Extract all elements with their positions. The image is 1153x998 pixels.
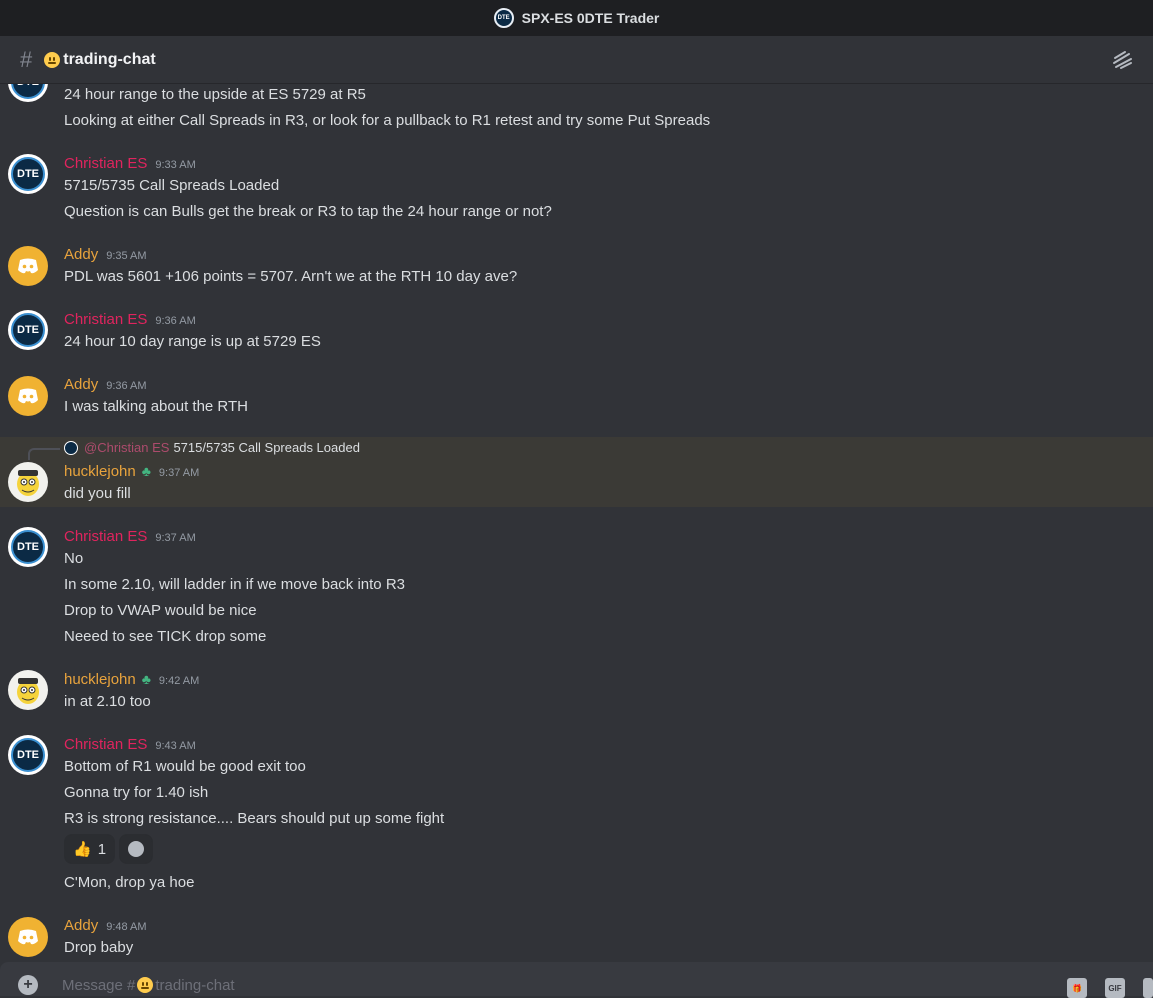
server-icon: DTE: [493, 8, 514, 28]
message-text: 24 hour 10 day range is up at 5729 ES: [64, 333, 321, 350]
reaction-bar: 👍 1: [64, 834, 154, 864]
avatar[interactable]: [8, 670, 48, 710]
discord-logo-icon: [18, 929, 38, 945]
message-text: R3 is strong resistance.... Bears should…: [64, 810, 445, 827]
add-reaction-button[interactable]: [119, 834, 154, 864]
window-title-bar: DTE SPX-ES 0DTE Trader: [0, 0, 1153, 36]
composer-actions: 🎁 GIF: [1067, 978, 1153, 998]
message-header: Christian ES 9:37 AM: [64, 528, 196, 545]
username[interactable]: Christian ES: [64, 311, 147, 328]
cartoon-avatar-icon: [17, 470, 39, 496]
username[interactable]: Addy: [64, 917, 98, 934]
message-header: Addy 9:36 AM: [64, 376, 147, 393]
message-header: Christian ES 9:33 AM: [64, 155, 196, 172]
username[interactable]: Christian ES: [64, 736, 147, 753]
message-text: Gonna try for 1.40 ish: [64, 784, 209, 801]
smiley-emoji-icon: [137, 977, 154, 993]
message-text: 24 hour range to the upside at ES 5729 a…: [64, 86, 366, 103]
smiley-emoji-icon: [44, 51, 61, 68]
discord-logo-icon: [18, 388, 38, 404]
reply-text: 5715/5735 Call Spreads Loaded: [173, 440, 360, 455]
avatar[interactable]: DTE: [8, 310, 48, 350]
server-title: SPX-ES 0DTE Trader: [521, 10, 660, 26]
message-header: hucklejohn ♣ 9:37 AM: [64, 463, 199, 480]
hash-icon: #: [20, 46, 33, 72]
message-text: Drop baby: [64, 939, 134, 956]
attach-plus-button[interactable]: +: [18, 975, 38, 995]
message-header: Addy 9:35 AM: [64, 246, 147, 263]
message-text: did you fill: [64, 485, 131, 502]
timestamp: 9:48 AM: [106, 921, 147, 933]
avatar[interactable]: DTE: [8, 735, 48, 775]
timestamp: 9:42 AM: [158, 675, 200, 687]
avatar[interactable]: DTE: [8, 84, 48, 102]
message-text: In some 2.10, will ladder in if we move …: [64, 576, 405, 593]
timestamp: 9:36 AM: [106, 380, 147, 392]
sticker-icon[interactable]: [1143, 978, 1153, 998]
message-text: 5715/5735 Call Spreads Loaded: [64, 177, 280, 194]
message-text: I was talking about the RTH: [64, 398, 248, 415]
placeholder-prefix: Message #: [62, 976, 136, 994]
message-text: Drop to VWAP would be nice: [64, 602, 257, 619]
thumbs-up-icon: 👍: [73, 841, 92, 858]
cartoon-avatar-icon: [17, 678, 39, 704]
message-text: PDL was 5601 +106 points = 5707. Arn't w…: [64, 268, 518, 285]
reply-avatar: [64, 440, 78, 455]
message-header: hucklejohn ♣ 9:42 AM: [64, 671, 199, 688]
timestamp: 9:37 AM: [155, 532, 196, 544]
timestamp: 9:35 AM: [106, 250, 147, 262]
username[interactable]: Addy: [64, 246, 98, 263]
username[interactable]: Christian ES: [64, 155, 147, 172]
message-input[interactable]: Message # trading-chat: [62, 977, 235, 994]
clover-badge-icon: ♣: [141, 671, 151, 687]
gif-button[interactable]: GIF: [1105, 978, 1125, 998]
avatar[interactable]: DTE: [8, 527, 48, 567]
message-text: in at 2.10 too: [64, 693, 151, 710]
message-text: No: [64, 550, 84, 567]
avatar[interactable]: [8, 376, 48, 416]
avatar[interactable]: [8, 246, 48, 286]
message-text: Bottom of R1 would be good exit too: [64, 758, 306, 775]
username[interactable]: Addy: [64, 376, 98, 393]
placeholder-channel: trading-chat: [155, 976, 235, 994]
channel-name: trading-chat: [63, 50, 156, 68]
message-text: C'Mon, drop ya hoe: [64, 874, 195, 891]
avatar[interactable]: DTE: [8, 154, 48, 194]
discord-logo-icon: [18, 258, 38, 274]
threads-icon[interactable]: [1111, 50, 1133, 70]
thumbs-up-reaction[interactable]: 👍 1: [64, 834, 116, 864]
message-header: Addy 9:48 AM: [64, 917, 147, 934]
message-list: DTE 24 hour range to the upside at ES 57…: [0, 84, 1153, 962]
message-text: Looking at either Call Spreads in R3, or…: [64, 112, 711, 129]
add-reaction-icon: [128, 841, 145, 857]
username[interactable]: hucklejohn: [64, 671, 136, 688]
message-composer[interactable]: + Message # trading-chat 🎁 GIF: [0, 962, 1153, 998]
message-header: Christian ES 9:43 AM: [64, 736, 196, 753]
gift-icon[interactable]: 🎁: [1067, 978, 1087, 998]
username[interactable]: hucklejohn: [64, 463, 136, 480]
reply-preview[interactable]: @Christian ES 5715/5735 Call Spreads Loa…: [64, 440, 360, 455]
avatar[interactable]: [8, 462, 48, 502]
username[interactable]: Christian ES: [64, 528, 147, 545]
message-text: Question is can Bulls get the break or R…: [64, 203, 552, 220]
message-header: Christian ES 9:36 AM: [64, 311, 196, 328]
timestamp: 9:37 AM: [158, 467, 200, 479]
timestamp: 9:36 AM: [155, 315, 196, 327]
channel-header: # trading-chat: [0, 36, 1153, 84]
reaction-count: 1: [97, 840, 107, 858]
reply-mention[interactable]: @Christian ES: [84, 440, 169, 455]
reply-connector: [28, 448, 60, 460]
avatar[interactable]: [8, 917, 48, 957]
timestamp: 9:43 AM: [155, 740, 196, 752]
message-text: Neeed to see TICK drop some: [64, 628, 267, 645]
clover-badge-icon: ♣: [141, 463, 151, 479]
timestamp: 9:33 AM: [155, 159, 196, 171]
